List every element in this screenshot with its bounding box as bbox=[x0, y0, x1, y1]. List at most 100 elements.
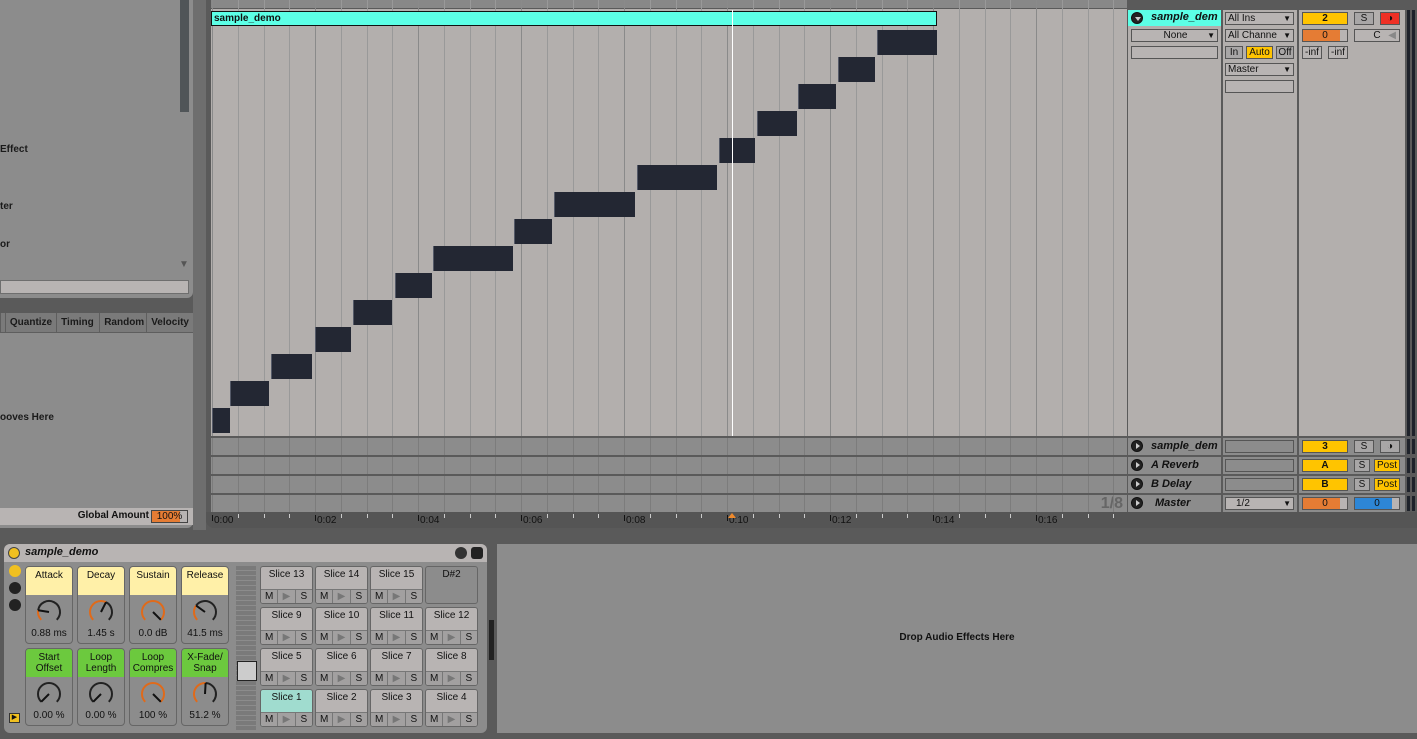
knob-icon[interactable] bbox=[87, 598, 117, 628]
knob-icon[interactable] bbox=[35, 598, 65, 628]
drum-pad[interactable]: D#2 bbox=[425, 566, 478, 604]
track-play-icon[interactable] bbox=[1131, 459, 1143, 471]
pad-play-icon[interactable]: ▶ bbox=[332, 713, 349, 726]
master-output-select[interactable]: 1/2 bbox=[1225, 497, 1294, 510]
drum-pad[interactable]: Slice 3 M ▶ S bbox=[370, 689, 423, 727]
browser-search-input[interactable] bbox=[0, 280, 189, 294]
knob-icon[interactable] bbox=[87, 680, 117, 710]
input-field[interactable] bbox=[1131, 46, 1218, 59]
midi-note[interactable] bbox=[838, 57, 876, 82]
fold-icon[interactable] bbox=[1131, 12, 1143, 24]
hot-swap-icon[interactable] bbox=[455, 547, 467, 559]
track-row-name[interactable]: sample_dem bbox=[1151, 440, 1218, 452]
pad-solo-button[interactable]: S bbox=[459, 672, 477, 685]
pad-play-icon[interactable]: ▶ bbox=[387, 713, 404, 726]
knob-release[interactable]: Release 41.5 ms bbox=[181, 566, 229, 644]
track-row-header[interactable]: A Reverb bbox=[1128, 457, 1221, 474]
column-timing[interactable]: Timing bbox=[56, 313, 99, 332]
midi-note[interactable] bbox=[271, 354, 313, 379]
pad-solo-button[interactable]: S bbox=[404, 713, 422, 726]
pad-mute-button[interactable]: M bbox=[371, 713, 387, 726]
pad-mute-button[interactable]: M bbox=[426, 713, 442, 726]
pad-solo-button[interactable]: S bbox=[459, 631, 477, 644]
master-volume-slider[interactable]: 0 bbox=[1302, 497, 1348, 510]
output-channel-field[interactable] bbox=[1225, 80, 1294, 93]
track-lane-sample[interactable] bbox=[211, 438, 1127, 455]
knob-start-offset[interactable]: Start Offset 0.00 % bbox=[25, 648, 73, 726]
grid-quantization[interactable]: 1/8 bbox=[1101, 495, 1123, 512]
track-row-name[interactable]: Master bbox=[1155, 497, 1190, 509]
track-badge[interactable]: 3 bbox=[1302, 440, 1348, 453]
device-power-icon[interactable] bbox=[8, 547, 20, 559]
drum-pad[interactable]: Slice 12 M ▶ S bbox=[425, 607, 478, 645]
volume-slider[interactable]: 0 bbox=[1302, 29, 1348, 42]
knob-loop-length[interactable]: Loop Length 0.00 % bbox=[77, 648, 125, 726]
knob-icon[interactable] bbox=[139, 598, 169, 628]
time-ruler[interactable]: 0:00 0:02 0:04 0:06 0:08 0:10 0:12 0:14 0:16 bbox=[206, 512, 1417, 528]
input-type-select[interactable]: None bbox=[1131, 29, 1218, 42]
pad-mute-button[interactable]: M bbox=[316, 631, 332, 644]
midi-note[interactable] bbox=[352, 300, 393, 325]
pad-solo-button[interactable]: S bbox=[349, 631, 367, 644]
midi-note[interactable] bbox=[230, 381, 269, 406]
midi-note[interactable] bbox=[798, 84, 837, 109]
pad-mute-button[interactable]: M bbox=[261, 672, 277, 685]
browser-item[interactable]: or bbox=[0, 239, 10, 250]
knob-x-fade-snap[interactable]: X-Fade/ Snap 51.2 % bbox=[181, 648, 229, 726]
midi-note[interactable] bbox=[554, 192, 636, 217]
pre-post-button[interactable]: Post bbox=[1374, 459, 1400, 472]
drum-pad[interactable]: Slice 8 M ▶ S bbox=[425, 648, 478, 686]
arm-button[interactable]: ◑ bbox=[1380, 440, 1400, 453]
pad-solo-button[interactable]: S bbox=[294, 672, 312, 685]
column-random[interactable]: Random bbox=[99, 313, 146, 332]
pad-mute-button[interactable]: M bbox=[261, 631, 277, 644]
drum-pad[interactable]: Slice 15 M ▶ S bbox=[370, 566, 423, 604]
scroll-down-icon[interactable]: ▼ bbox=[179, 259, 189, 270]
knob-icon[interactable] bbox=[35, 680, 65, 710]
pad-play-icon[interactable]: ▶ bbox=[277, 672, 294, 685]
pad-mute-button[interactable]: M bbox=[426, 631, 442, 644]
expand-icon[interactable]: ▶ bbox=[9, 713, 20, 723]
midi-note[interactable] bbox=[394, 273, 432, 298]
drum-pad[interactable]: Slice 2 M ▶ S bbox=[315, 689, 368, 727]
pad-play-icon[interactable]: ▶ bbox=[277, 590, 294, 603]
track-row-header[interactable]: Master bbox=[1128, 495, 1221, 512]
drum-pad[interactable]: Slice 5 M ▶ S bbox=[260, 648, 313, 686]
pad-play-icon[interactable]: ▶ bbox=[442, 672, 459, 685]
pad-solo-button[interactable]: S bbox=[294, 713, 312, 726]
pad-play-icon[interactable]: ▶ bbox=[442, 713, 459, 726]
midi-note[interactable] bbox=[718, 138, 755, 163]
device-resize-handle[interactable] bbox=[489, 620, 494, 660]
pad-overview[interactable] bbox=[236, 566, 256, 730]
input-channel-select[interactable]: All Channe bbox=[1225, 29, 1294, 42]
pad-solo-button[interactable]: S bbox=[404, 672, 422, 685]
midi-note[interactable] bbox=[212, 408, 231, 433]
knob-icon[interactable] bbox=[191, 598, 221, 628]
track-lane-master[interactable]: 1/8 bbox=[211, 495, 1127, 512]
clip-lane[interactable] bbox=[211, 0, 1127, 436]
pad-solo-button[interactable]: S bbox=[404, 590, 422, 603]
monitor-off-button[interactable]: Off bbox=[1276, 46, 1294, 59]
pre-post-button[interactable]: Post bbox=[1374, 478, 1400, 491]
pad-mute-button[interactable]: M bbox=[316, 672, 332, 685]
pad-play-icon[interactable]: ▶ bbox=[332, 672, 349, 685]
browser-item[interactable]: Effect bbox=[0, 144, 28, 155]
drum-pad[interactable]: Slice 1 M ▶ S bbox=[260, 689, 313, 727]
drum-pad[interactable]: Slice 11 M ▶ S bbox=[370, 607, 423, 645]
knob-loop-compres[interactable]: Loop Compres 100 % bbox=[129, 648, 177, 726]
monitor-auto-button[interactable]: Auto bbox=[1246, 46, 1273, 59]
global-amount-slider[interactable]: 100% bbox=[151, 510, 188, 523]
monitor-in-button[interactable]: In bbox=[1225, 46, 1243, 59]
pad-mute-button[interactable]: M bbox=[316, 713, 332, 726]
pad-play-icon[interactable]: ▶ bbox=[332, 590, 349, 603]
pad-solo-button[interactable]: S bbox=[294, 590, 312, 603]
list-icon[interactable] bbox=[9, 582, 21, 594]
pad-solo-button[interactable]: S bbox=[459, 713, 477, 726]
drum-pad[interactable]: Slice 14 M ▶ S bbox=[315, 566, 368, 604]
input-channel-type-select[interactable]: All Ins bbox=[1225, 12, 1294, 25]
knob-icon[interactable] bbox=[191, 680, 221, 710]
track-row-name[interactable]: B Delay bbox=[1151, 478, 1191, 490]
track-row-field[interactable] bbox=[1225, 440, 1294, 453]
drum-pad[interactable]: Slice 6 M ▶ S bbox=[315, 648, 368, 686]
pad-solo-button[interactable]: S bbox=[349, 713, 367, 726]
